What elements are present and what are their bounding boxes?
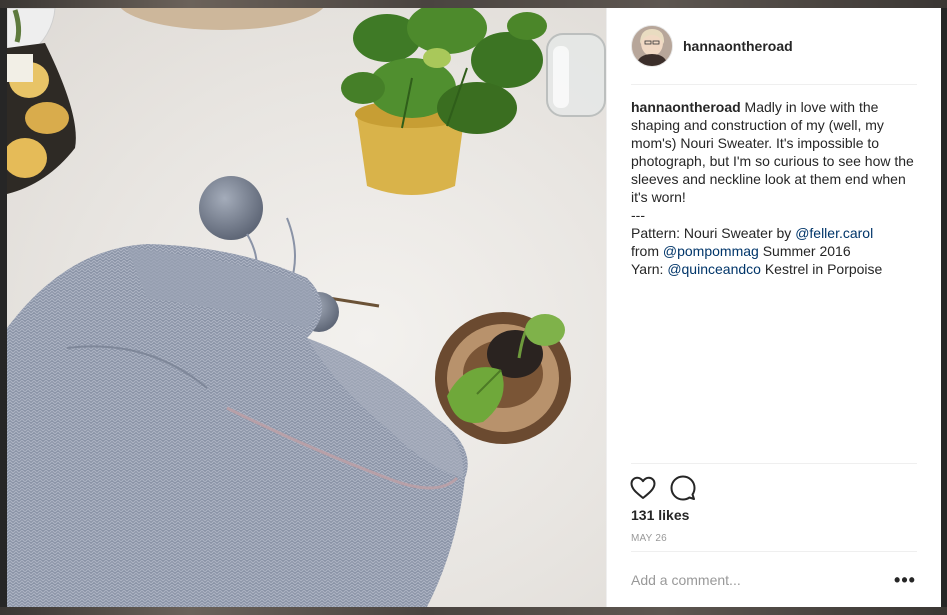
backdrop-right bbox=[940, 8, 947, 607]
post-sidebar: hannaontheroad hannaontheroad Madly in l… bbox=[606, 8, 941, 607]
comment-icon bbox=[670, 475, 696, 501]
comment-button[interactable] bbox=[669, 474, 697, 502]
post-username[interactable]: hannaontheroad bbox=[683, 38, 793, 54]
glass-jar bbox=[546, 33, 606, 117]
knitted-sweater bbox=[7, 244, 468, 607]
comment-input[interactable] bbox=[631, 572, 893, 588]
action-bar bbox=[629, 463, 917, 502]
backdrop-bottom bbox=[0, 607, 947, 615]
caption-username[interactable]: hannaontheroad bbox=[631, 99, 741, 115]
post-photo[interactable] bbox=[7, 8, 606, 607]
more-options-icon: ••• bbox=[894, 569, 916, 590]
wooden-board bbox=[120, 8, 324, 30]
caption-text-4: Kestrel in Porpoise bbox=[760, 261, 883, 277]
yarn-ball bbox=[199, 176, 263, 240]
likes-count[interactable]: 131 likes bbox=[631, 507, 689, 523]
seedling-plate bbox=[435, 312, 571, 444]
photo-illustration bbox=[7, 8, 606, 607]
comment-bar: ••• bbox=[631, 551, 917, 608]
heart-icon bbox=[630, 476, 656, 499]
backdrop-top bbox=[0, 0, 947, 8]
avatar-image bbox=[632, 26, 672, 66]
caption-text-2: from bbox=[631, 243, 659, 259]
post-modal: hannaontheroad hannaontheroad Madly in l… bbox=[7, 8, 941, 607]
post-header: hannaontheroad bbox=[631, 8, 917, 85]
post-date[interactable]: MAY 26 bbox=[631, 533, 667, 544]
like-button[interactable] bbox=[629, 474, 657, 502]
more-options-button[interactable]: ••• bbox=[893, 570, 917, 590]
chip-bag bbox=[7, 43, 76, 194]
backdrop-left bbox=[0, 8, 7, 607]
user-avatar[interactable] bbox=[631, 25, 673, 67]
mention-feller-carol[interactable]: @feller.carol bbox=[795, 225, 873, 241]
basil-plant bbox=[341, 8, 547, 195]
mention-pompommag[interactable]: @pompommag bbox=[663, 243, 759, 259]
caption-text-1: Madly in love with the shaping and const… bbox=[631, 99, 914, 241]
mention-quinceandco[interactable]: @quinceandco bbox=[667, 261, 761, 277]
post-caption: hannaontheroad Madly in love with the sh… bbox=[631, 98, 917, 278]
